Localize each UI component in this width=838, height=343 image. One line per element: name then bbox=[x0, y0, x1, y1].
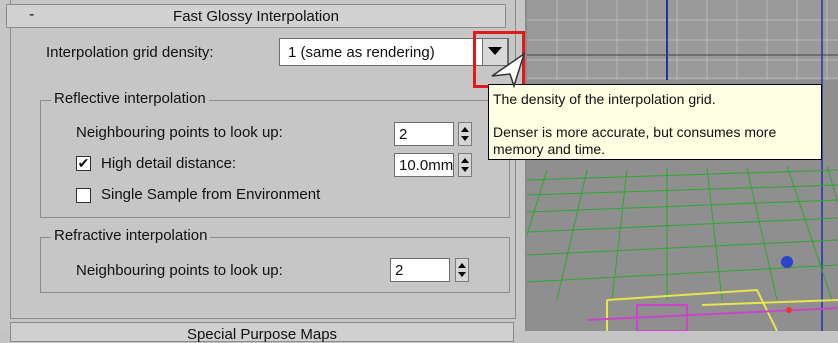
spinner-down-icon[interactable] bbox=[461, 136, 469, 141]
grid-density-value: 1 (same as rendering) bbox=[288, 44, 435, 61]
tooltip-line-2: Denser is more accurate, but consumes mo… bbox=[493, 124, 777, 140]
reflective-group-title: Reflective interpolation bbox=[51, 90, 209, 107]
tooltip-line-1: The density of the interpolation grid. bbox=[493, 91, 716, 107]
rollout-title: Fast Glossy Interpolation bbox=[173, 8, 339, 25]
reflective-neighbours-spinner[interactable] bbox=[458, 122, 472, 146]
high-detail-checkbox[interactable]: ✔ bbox=[76, 156, 91, 171]
spinner-up-icon[interactable] bbox=[461, 127, 469, 132]
next-rollout-header[interactable]: Special Purpose Maps bbox=[10, 322, 514, 343]
grid-density-label: Interpolation grid density: bbox=[46, 44, 214, 61]
high-detail-field[interactable]: 10.0mm bbox=[394, 153, 454, 177]
spinner-up-icon[interactable] bbox=[458, 263, 466, 268]
rollout-header[interactable]: - Fast Glossy Interpolation bbox=[6, 4, 506, 28]
reflective-neighbours-value: 2 bbox=[399, 126, 408, 143]
mouse-pointer-icon bbox=[491, 52, 526, 88]
single-sample-label: Single Sample from Environment bbox=[101, 186, 321, 203]
high-detail-label: High detail distance: bbox=[101, 155, 237, 172]
viewport-scene bbox=[527, 0, 838, 331]
spinner-down-icon[interactable] bbox=[458, 272, 466, 277]
viewport[interactable] bbox=[527, 0, 838, 331]
refractive-neighbours-spinner[interactable] bbox=[455, 258, 469, 282]
refractive-neighbours-field[interactable]: 2 bbox=[390, 258, 450, 282]
next-rollout-title: Special Purpose Maps bbox=[186, 326, 338, 343]
refractive-neighbours-value: 2 bbox=[395, 262, 404, 279]
refractive-neighbours-label: Neighbouring points to look up: bbox=[76, 262, 283, 279]
tooltip-line-3: memory and time. bbox=[493, 141, 606, 157]
spinner-up-icon[interactable] bbox=[461, 158, 469, 163]
high-detail-value: 10.0mm bbox=[399, 157, 454, 174]
tooltip: The density of the interpolation grid. D… bbox=[488, 84, 822, 160]
single-sample-checkbox[interactable] bbox=[76, 188, 91, 203]
high-detail-spinner[interactable] bbox=[458, 153, 472, 177]
refractive-group-title: Refractive interpolation bbox=[51, 227, 211, 244]
reflective-neighbours-field[interactable]: 2 bbox=[394, 122, 454, 146]
reflective-neighbours-label: Neighbouring points to look up: bbox=[76, 124, 283, 141]
settings-panel: - Fast Glossy Interpolation Interpolatio… bbox=[0, 0, 527, 343]
spinner-down-icon[interactable] bbox=[461, 167, 469, 172]
